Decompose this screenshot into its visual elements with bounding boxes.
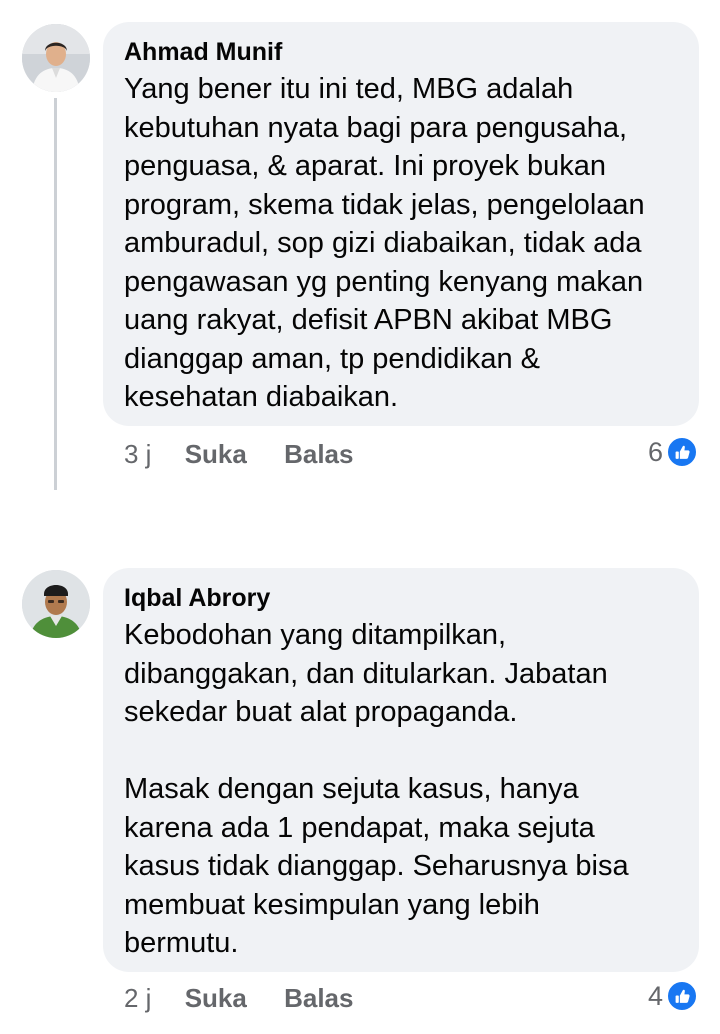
comment-timestamp[interactable]: 3 j [124, 438, 151, 470]
like-button[interactable]: Suka [185, 982, 247, 1014]
avatar[interactable] [22, 24, 90, 92]
thumbs-up-icon [666, 436, 698, 468]
reaction-summary[interactable]: 4 [648, 980, 698, 1012]
avatar[interactable] [22, 570, 90, 638]
reply-thread-line [54, 98, 57, 490]
avatar-photo-icon [22, 24, 90, 92]
reply-button[interactable]: Balas [284, 982, 353, 1014]
comment-bubble: Ahmad Munif Yang bener itu ini ted, MBG … [103, 22, 699, 426]
comment-timestamp[interactable]: 2 j [124, 982, 151, 1014]
reply-button[interactable]: Balas [284, 438, 353, 470]
like-button[interactable]: Suka [185, 438, 247, 470]
reaction-count: 4 [647, 980, 663, 1011]
comment-actions: 2 j Suka Balas [124, 982, 383, 1014]
comment-author[interactable]: Iqbal Abrory [124, 582, 677, 614]
reaction-count: 6 [647, 436, 663, 467]
comment-bubble: Iqbal Abrory Kebodohan yang ditampilkan,… [103, 568, 699, 972]
comment-actions: 3 j Suka Balas [124, 438, 383, 470]
comment-text: Kebodohan yang ditampilkan, dibanggakan,… [124, 619, 629, 959]
thumbs-up-icon [666, 980, 698, 1012]
comment-author[interactable]: Ahmad Munif [124, 36, 677, 68]
avatar-photo-icon [22, 570, 90, 638]
comment-text: Yang bener itu ini ted, MBG adalah kebut… [124, 73, 645, 413]
reaction-summary[interactable]: 6 [648, 436, 698, 468]
